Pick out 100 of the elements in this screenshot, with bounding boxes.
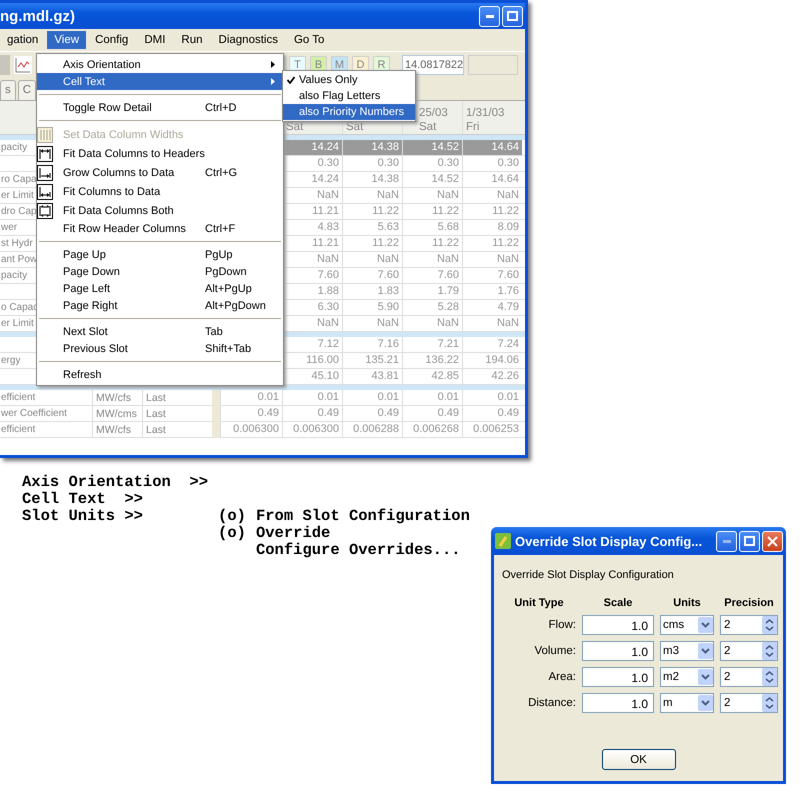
precision-spinner[interactable]: 2 bbox=[720, 615, 778, 635]
table-cell: 135.21 bbox=[342, 353, 402, 368]
dialog-heading: Override Slot Display Configuration bbox=[502, 569, 675, 581]
menu-item[interactable]: gation bbox=[0, 31, 46, 49]
table-cell: 0.006268 bbox=[402, 422, 462, 438]
minimize-button[interactable] bbox=[716, 530, 737, 552]
menu-item[interactable]: Page Right Alt+PgDown bbox=[37, 297, 283, 314]
table-cell: 11.22 bbox=[402, 204, 462, 219]
table-cell: 0.30 bbox=[402, 156, 462, 171]
precision-spinner[interactable]: 2 bbox=[720, 667, 778, 687]
table-cell: 1.76 bbox=[462, 284, 522, 299]
spinner-arrows-icon[interactable] bbox=[762, 642, 777, 660]
scale-field[interactable]: 1.0 bbox=[582, 693, 654, 713]
menu-item[interactable]: Fit Columns to Data bbox=[37, 182, 283, 201]
table-cell: NaN bbox=[402, 188, 462, 203]
table-cell: 0.01 bbox=[402, 390, 462, 406]
header-day: Sat bbox=[419, 120, 459, 134]
submenu-arrow-icon bbox=[271, 78, 275, 84]
maximize-button[interactable] bbox=[739, 530, 760, 552]
header-day: Fri bbox=[466, 120, 519, 134]
menu-item[interactable]: Diagnostics bbox=[212, 31, 285, 49]
units-dropdown[interactable]: m bbox=[660, 693, 714, 713]
column-header: Precision bbox=[723, 597, 775, 609]
menu-item[interactable]: Refresh bbox=[37, 366, 283, 383]
spinner-arrows-icon[interactable] bbox=[762, 616, 777, 634]
row-name: pacity bbox=[0, 141, 28, 155]
scale-field[interactable]: 1.0 bbox=[582, 615, 654, 635]
input-field[interactable] bbox=[468, 54, 518, 74]
menu-item[interactable]: Page Left Alt+PgUp bbox=[37, 280, 283, 297]
menu-item[interactable]: Config bbox=[88, 31, 136, 49]
table-cell: NaN bbox=[462, 316, 522, 331]
table-cell: 11.22 bbox=[402, 236, 462, 251]
table-cell: 5.90 bbox=[342, 300, 402, 315]
header-date: 25/03 bbox=[419, 106, 449, 120]
row-name: o Capac bbox=[0, 301, 40, 315]
tab[interactable]: s bbox=[0, 80, 16, 100]
row-name: er Limit bbox=[0, 189, 35, 203]
menu-item[interactable]: Fit Data Columns to Headers bbox=[37, 144, 283, 163]
spinner-arrows-icon[interactable] bbox=[762, 668, 777, 686]
field-label: Distance: bbox=[527, 697, 576, 709]
columns-icon bbox=[37, 126, 53, 142]
menu-item[interactable]: Next Slot Tab bbox=[37, 323, 283, 340]
menu-item[interactable]: Previous Slot Shift+Tab bbox=[37, 340, 283, 357]
table-cell: NaN bbox=[462, 252, 522, 267]
dialog-title: Override Slot Display Config... bbox=[515, 534, 704, 548]
menu-item[interactable]: DMI bbox=[137, 31, 172, 49]
table-cell: NaN bbox=[462, 188, 522, 203]
units-dropdown[interactable]: m2 bbox=[660, 667, 714, 687]
precision-spinner[interactable]: 2 bbox=[720, 693, 778, 713]
app-icon bbox=[495, 533, 511, 549]
outline-text: Cell Text >> bbox=[22, 491, 144, 508]
table-cell: 5.63 bbox=[342, 220, 402, 235]
table-cell: NaN bbox=[342, 188, 402, 203]
minimize-button[interactable] bbox=[479, 6, 500, 26]
table-cell: NaN bbox=[342, 252, 402, 267]
table-cell: 0.30 bbox=[462, 156, 522, 171]
tab[interactable]: C bbox=[18, 80, 36, 100]
ok-button[interactable]: OK bbox=[602, 749, 676, 770]
menu-item[interactable]: Page Up PgUp bbox=[37, 246, 283, 263]
radio-marker: (o) bbox=[218, 508, 246, 525]
units-cell: MW/cfs bbox=[92, 422, 142, 438]
table-cell: 0.49 bbox=[462, 406, 522, 422]
menu-item[interactable]: Page Down PgDown bbox=[37, 263, 283, 280]
table-cell: 7.24 bbox=[462, 337, 522, 352]
scale-field[interactable]: 1.0 bbox=[582, 667, 654, 687]
table-cell: 0.49 bbox=[342, 406, 402, 422]
units-dropdown[interactable]: m3 bbox=[660, 641, 714, 661]
menu-item[interactable]: also Priority Numbers bbox=[283, 104, 415, 120]
table-cell: 0.01 bbox=[282, 390, 342, 406]
menu-item[interactable]: Cell Text bbox=[37, 73, 283, 90]
row-name: wer Coefficient bbox=[0, 407, 68, 421]
value-field[interactable]: 14.0817822 bbox=[402, 54, 464, 74]
spinner-arrows-icon[interactable] bbox=[762, 694, 777, 712]
chart-icon[interactable] bbox=[14, 56, 32, 74]
close-button[interactable] bbox=[762, 530, 783, 552]
menu-item[interactable]: Axis Orientation bbox=[37, 56, 283, 73]
minimize-icon bbox=[486, 14, 494, 18]
table-cell: 0.006300 bbox=[282, 422, 342, 438]
units-dropdown[interactable]: cms bbox=[660, 615, 714, 635]
scale-field[interactable]: 1.0 bbox=[582, 641, 654, 661]
table-cell: 14.64 bbox=[462, 172, 522, 187]
table-cell: 8.09 bbox=[462, 220, 522, 235]
menu-item[interactable]: also Flag Letters bbox=[283, 88, 415, 104]
menu-item[interactable]: Values Only bbox=[283, 72, 415, 88]
table-cell: NaN bbox=[342, 316, 402, 331]
table-cell: 4.79 bbox=[462, 300, 522, 315]
table-cell: 11.22 bbox=[342, 204, 402, 219]
maximize-button[interactable] bbox=[502, 6, 523, 26]
menu-item[interactable]: Fit Data Columns Both bbox=[37, 201, 283, 220]
table-cell: 14.52 bbox=[402, 140, 462, 155]
table-cell: 0.006300 bbox=[220, 422, 282, 438]
menu-item[interactable]: Run bbox=[174, 31, 210, 49]
outline-option: Configure Overrides... bbox=[256, 542, 470, 559]
menu-item[interactable]: Go To bbox=[286, 31, 332, 49]
menu-item[interactable]: View bbox=[47, 31, 86, 49]
table-cell: 7.16 bbox=[342, 337, 402, 352]
menu-item[interactable]: Toggle Row Detail Ctrl+D bbox=[37, 99, 283, 116]
precision-spinner[interactable]: 2 bbox=[720, 641, 778, 661]
menu-item[interactable]: Grow Columns to Data Ctrl+G bbox=[37, 163, 283, 182]
menu-item[interactable]: Fit Row Header Columns Ctrl+F bbox=[37, 220, 283, 237]
